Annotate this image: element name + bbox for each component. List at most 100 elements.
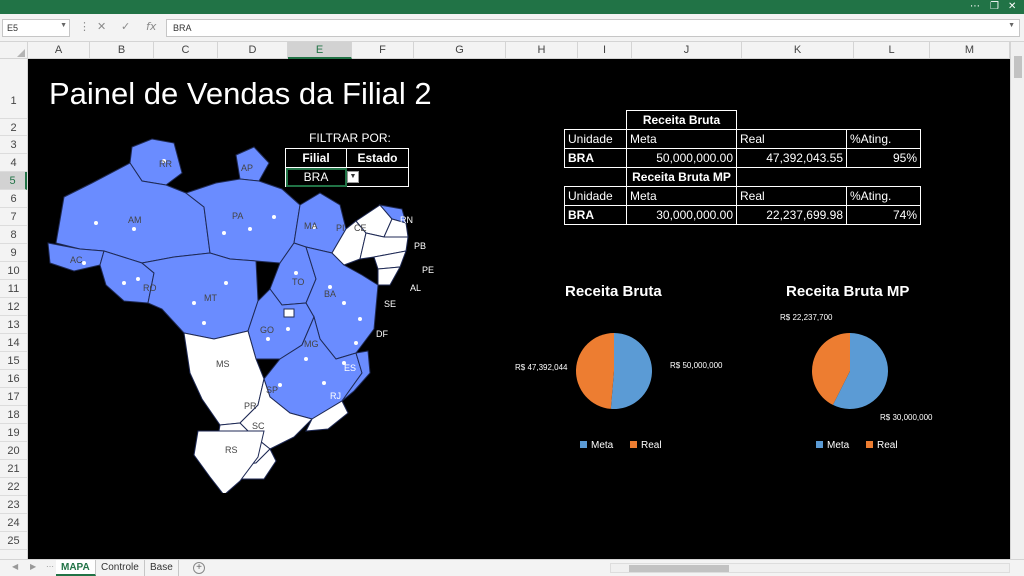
legend-swatch-real (630, 441, 638, 448)
label-se: SE (384, 299, 396, 309)
legend-swatch-meta (816, 441, 823, 448)
kpi-mp-h1: Meta (626, 186, 737, 206)
insert-function-icon[interactable]: fx (146, 20, 156, 33)
name-box[interactable]: E5 ▼ (2, 19, 70, 37)
label-rs: RS (225, 445, 238, 455)
confirm-icon[interactable]: ✓ (121, 20, 130, 33)
filter-filial-cell[interactable]: BRA ▼ (285, 167, 359, 187)
row-header-11[interactable]: 11 (0, 280, 27, 298)
kpi-bruta-unidade: BRA (564, 148, 627, 168)
kpi-mp-h3: %Ating. (846, 186, 921, 206)
row-header-25[interactable]: 25 (0, 532, 27, 550)
row-header-16[interactable]: 16 (0, 370, 27, 388)
kpi-mp-title: Receita Bruta MP (626, 167, 737, 187)
more-options-icon[interactable]: ⋯ (970, 1, 980, 12)
row-header-3[interactable]: 3 (0, 136, 27, 154)
row-header-17[interactable]: 17 (0, 388, 27, 406)
column-header-g[interactable]: G (414, 42, 506, 59)
pie-chart-receita-bruta-mp (812, 333, 888, 409)
worksheet[interactable]: Painel de Vendas da Filial 2 RR AP AM PA… (28, 59, 1010, 559)
horizontal-scrollbar[interactable] (610, 563, 1010, 573)
column-header-c[interactable]: C (154, 42, 218, 59)
tab-mapa[interactable]: MAPA (56, 560, 96, 576)
column-header-f[interactable]: F (352, 42, 414, 59)
column-header-l[interactable]: L (854, 42, 930, 59)
dropdown-arrow-icon[interactable]: ▼ (347, 171, 359, 183)
row-header-12[interactable]: 12 (0, 298, 27, 316)
row-header-7[interactable]: 7 (0, 208, 27, 226)
filter-label: FILTRAR POR: (309, 131, 391, 145)
column-header-k[interactable]: K (742, 42, 854, 59)
column-header-e[interactable]: E (288, 42, 352, 59)
state-am (55, 162, 211, 264)
row-header-24[interactable]: 24 (0, 514, 27, 532)
filter-filial-value: BRA (303, 170, 329, 184)
row-header-18[interactable]: 18 (0, 406, 27, 424)
column-header-a[interactable]: A (28, 42, 90, 59)
row-header-14[interactable]: 14 (0, 334, 27, 352)
select-all-button[interactable] (0, 42, 28, 59)
label-df: DF (376, 329, 388, 339)
row-header-8[interactable]: 8 (0, 226, 27, 244)
horizontal-scroll-thumb[interactable] (629, 565, 729, 572)
tab-controle[interactable]: Controle (96, 560, 145, 576)
row-header-2[interactable]: 2 (0, 119, 27, 136)
label-es: ES (344, 363, 356, 373)
row-header-23[interactable]: 23 (0, 496, 27, 514)
row-header-6[interactable]: 6 (0, 190, 27, 208)
tab-base[interactable]: Base (145, 560, 179, 576)
row-header-21[interactable]: 21 (0, 460, 27, 478)
vertical-scroll-thumb[interactable] (1014, 56, 1022, 78)
pie0-label-real: R$ 47,392,044 (515, 363, 568, 372)
chart-title-receita-bruta: Receita Bruta (565, 283, 662, 300)
label-al: AL (410, 283, 421, 293)
expand-formula-icon[interactable]: ▼ (1008, 22, 1015, 29)
formula-input[interactable]: BRA ▼ (166, 19, 1020, 37)
row-header-1[interactable]: 1 (0, 59, 27, 119)
column-header-d[interactable]: D (218, 42, 288, 59)
kpi-bruta-title: Receita Bruta (626, 110, 737, 130)
next-sheet-icon[interactable]: ▶ (30, 562, 36, 571)
label-go: GO (260, 325, 274, 335)
row-header-20[interactable]: 20 (0, 442, 27, 460)
row-header-19[interactable]: 19 (0, 424, 27, 442)
chevron-down-icon[interactable]: ▼ (60, 22, 67, 29)
row-header-22[interactable]: 22 (0, 478, 27, 496)
vertical-scrollbar[interactable] (1010, 42, 1024, 559)
column-header-j[interactable]: J (632, 42, 742, 59)
row-header-15[interactable]: 15 (0, 352, 27, 370)
dashboard-title: Painel de Vendas da Filial 2 (49, 76, 432, 111)
kpi-mp-unidade: BRA (564, 205, 627, 225)
kpi-mp-ating: 74% (846, 205, 921, 225)
title-bar: ⋯ ❐ ✕ (0, 0, 1024, 14)
column-header-i[interactable]: I (578, 42, 632, 59)
kpi-mp-meta: 30,000,000.00 (626, 205, 737, 225)
column-header-h[interactable]: H (506, 42, 578, 59)
pie1-label-meta: R$ 30,000,000 (880, 413, 933, 422)
add-sheet-icon[interactable]: + (193, 562, 205, 574)
kpi-mp-h2: Real (736, 186, 847, 206)
cancel-icon[interactable]: ✕ (97, 20, 106, 33)
row-header-9[interactable]: 9 (0, 244, 27, 262)
kpi-bruta-real: 47,392,043.55 (736, 148, 847, 168)
legend-real: Real (877, 440, 898, 451)
column-header-m[interactable]: M (930, 42, 1010, 59)
column-header-b[interactable]: B (90, 42, 154, 59)
formula-bar: E5 ▼ ⋮ ✕ ✓ fx BRA ▼ (0, 14, 1024, 42)
close-window-icon[interactable]: ✕ (1008, 1, 1016, 12)
kpi-receita-bruta: Receita Bruta Unidade Meta Real %Ating. … (564, 110, 921, 225)
legend-swatch-meta (580, 441, 587, 448)
label-ap: AP (241, 163, 253, 173)
kpi-bruta-h1: Meta (626, 129, 737, 149)
prev-sheet-icon[interactable]: ◀ (12, 562, 18, 571)
name-box-value: E5 (7, 23, 19, 33)
formula-input-value: BRA (173, 23, 192, 33)
restore-window-icon[interactable]: ❐ (990, 1, 999, 12)
label-ce: CE (354, 223, 367, 233)
more-sheets-icon[interactable]: ⋯ (46, 562, 54, 571)
row-header-4[interactable]: 4 (0, 154, 27, 172)
row-header-13[interactable]: 13 (0, 316, 27, 334)
row-header-5[interactable]: 5 (0, 172, 27, 190)
column-headers: ABCDEFGHIJKLM (0, 42, 1024, 59)
row-header-10[interactable]: 10 (0, 262, 27, 280)
